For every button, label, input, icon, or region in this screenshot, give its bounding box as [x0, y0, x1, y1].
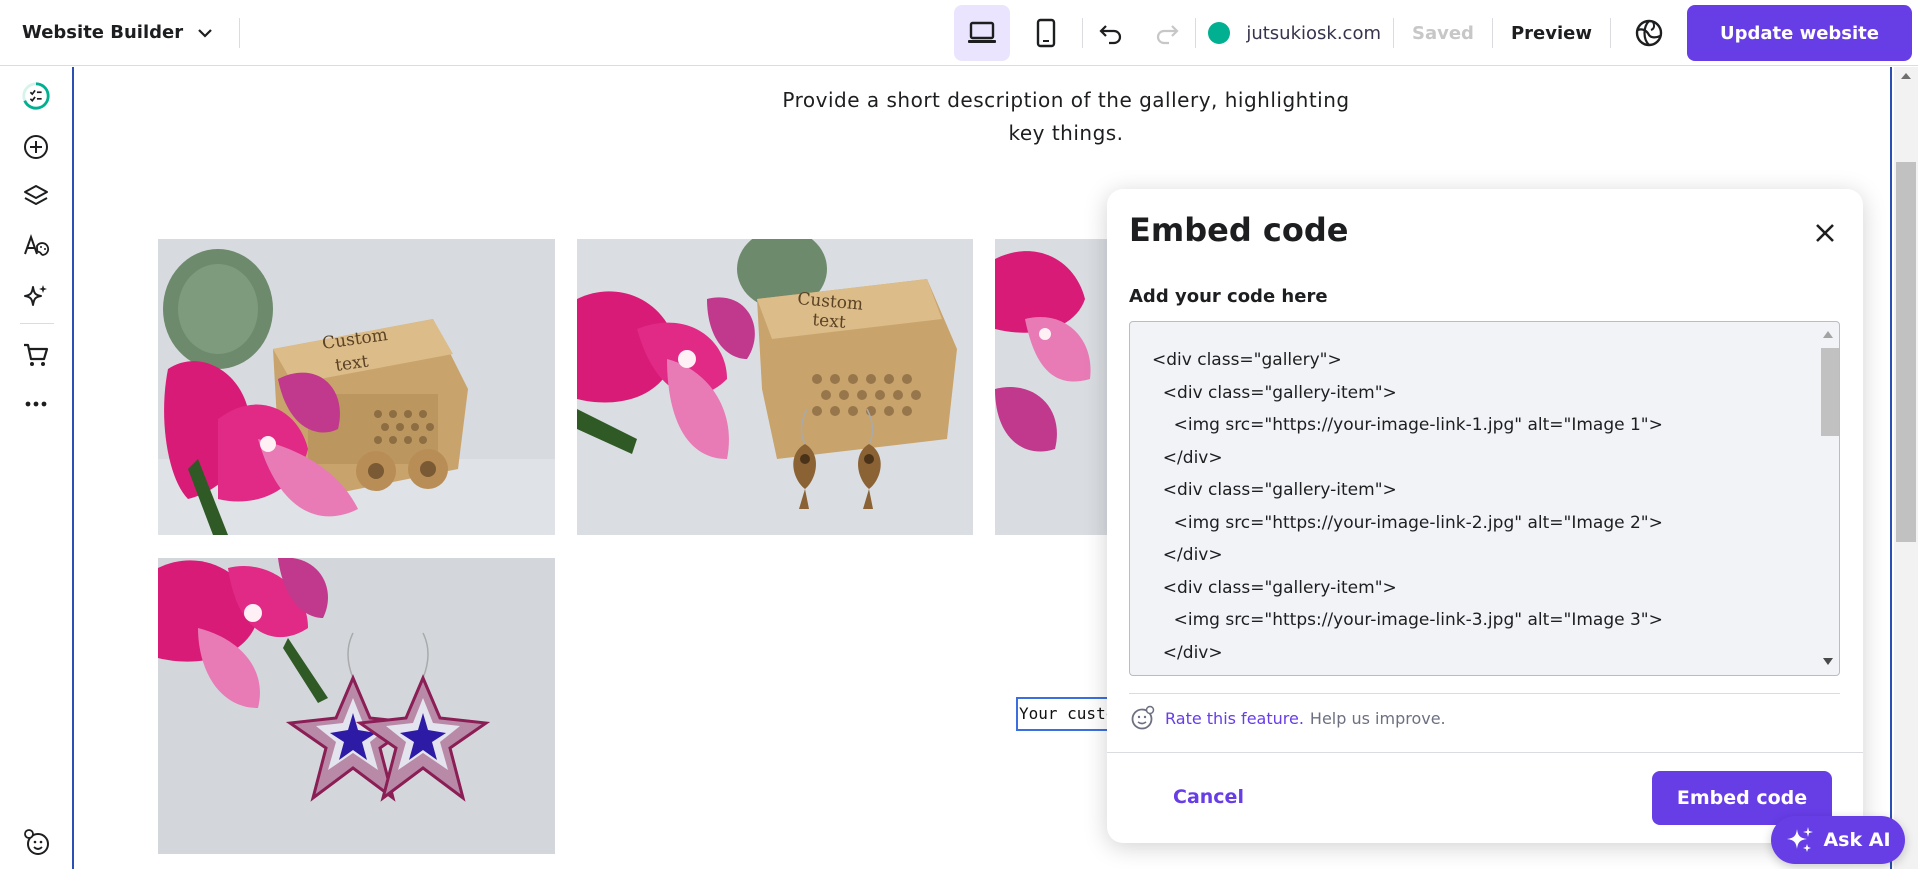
update-website-button[interactable]: Update website [1686, 5, 1912, 61]
rate-feature: Rate this feature. Help us improve. [1129, 705, 1446, 731]
code-line: <img src="https://your-image-link-3.jpg"… [1152, 610, 1663, 630]
scroll-thumb[interactable] [1896, 162, 1916, 542]
checklist-button[interactable] [21, 81, 51, 111]
plus-circle-icon [24, 135, 48, 159]
left-sidebar [0, 67, 74, 869]
code-line: </div> [1152, 642, 1223, 663]
undo-button[interactable] [1087, 9, 1135, 57]
saved-status: Saved [1412, 22, 1474, 44]
scroll-thumb[interactable] [1821, 348, 1839, 436]
smiley-rate-icon [1131, 705, 1155, 730]
modal-title: Embed code [1129, 211, 1349, 249]
divider [1082, 18, 1084, 48]
code-line: <img src="https://your-image-link-1.jpg"… [1152, 415, 1663, 435]
language-button[interactable] [1625, 9, 1673, 57]
divider [20, 323, 54, 324]
more-dots-icon [25, 401, 47, 407]
domain-text: jutsukiosk.com [1246, 22, 1381, 44]
close-icon[interactable] [1809, 217, 1841, 249]
ai-tools-button[interactable] [21, 281, 51, 311]
phone-icon [1037, 18, 1056, 48]
smiley-feedback-icon [24, 829, 49, 855]
rate-feature-link[interactable]: Rate this feature. [1165, 709, 1304, 728]
preview-button[interactable]: Preview [1493, 23, 1610, 44]
code-line: <div class="gallery-item"> [1152, 480, 1397, 500]
app-switcher[interactable]: Website Builder [0, 0, 239, 66]
gallery-image-3[interactable] [995, 239, 1115, 535]
code-content: <div class="gallery"> <div class="galler… [1152, 344, 1663, 669]
store-button[interactable] [21, 340, 51, 370]
divider [1195, 18, 1197, 48]
description-line: key things. [1008, 121, 1124, 145]
ask-ai-button[interactable]: Ask AI [1771, 816, 1905, 864]
redo-button[interactable] [1143, 9, 1191, 57]
divider [1609, 18, 1611, 48]
code-field-label: Add your code here [1129, 286, 1328, 307]
code-line: <div class="gallery-item"> [1152, 382, 1397, 403]
code-line: <div class="gallery-item"> [1152, 577, 1397, 598]
sparkles-icon [24, 285, 47, 306]
status-dot [1208, 22, 1231, 44]
rate-feature-text: Help us improve. [1309, 708, 1446, 728]
desktop-view-button[interactable] [954, 5, 1011, 61]
scroll-up-arrow[interactable] [1901, 73, 1911, 79]
redo-icon [1157, 25, 1179, 45]
engraved-text: text [812, 310, 847, 333]
domain-link[interactable]: jutsukiosk.com [1208, 22, 1381, 44]
styles-button[interactable] [21, 231, 51, 261]
sparkles-icon [1787, 827, 1814, 852]
page-scrollbar[interactable] [1894, 67, 1918, 869]
checklist-progress-icon [22, 82, 50, 110]
code-line: <div class="gallery"> [1152, 350, 1342, 370]
scroll-down-arrow[interactable] [1823, 658, 1833, 665]
app-name: Website Builder [22, 22, 184, 43]
layers-icon [24, 185, 48, 205]
ask-ai-label: Ask AI [1823, 829, 1891, 851]
code-line: </div> [1152, 447, 1223, 468]
scroll-up-arrow[interactable] [1823, 331, 1833, 338]
top-bar: Website Builder jutsukiosk.com Saved Pre… [0, 0, 1918, 66]
gallery-image-2[interactable]: Custom text [577, 239, 973, 535]
gallery-image-4[interactable] [158, 558, 555, 854]
cancel-button[interactable]: Cancel [1173, 786, 1244, 808]
palette-text-icon [24, 233, 50, 256]
code-textarea[interactable]: <div class="gallery"> <div class="galler… [1129, 321, 1840, 676]
divider [1129, 693, 1840, 694]
code-scrollbar[interactable] [1818, 323, 1839, 674]
laptop-icon [968, 21, 997, 43]
more-button[interactable] [21, 389, 51, 419]
divider [239, 17, 241, 48]
divider [1107, 752, 1863, 753]
chevron-down-icon [198, 28, 212, 38]
code-line: <img src="https://your-image-link-2.jpg"… [1152, 512, 1663, 533]
undo-icon [1099, 25, 1122, 45]
gallery-image-1[interactable]: Custom text [158, 239, 555, 535]
mobile-view-button[interactable] [1018, 5, 1074, 61]
globe-icon [1635, 19, 1663, 47]
gallery-description[interactable]: Provide a short description of the galle… [696, 84, 1436, 150]
code-line: </div> [1152, 545, 1223, 565]
feedback-button[interactable] [21, 827, 51, 857]
embed-code-modal: Embed code Add your code here <div class… [1107, 189, 1863, 843]
cart-icon [24, 343, 49, 366]
layers-button[interactable] [21, 181, 51, 211]
description-line: Provide a short description of the galle… [782, 88, 1350, 112]
add-element-button[interactable] [21, 132, 51, 162]
